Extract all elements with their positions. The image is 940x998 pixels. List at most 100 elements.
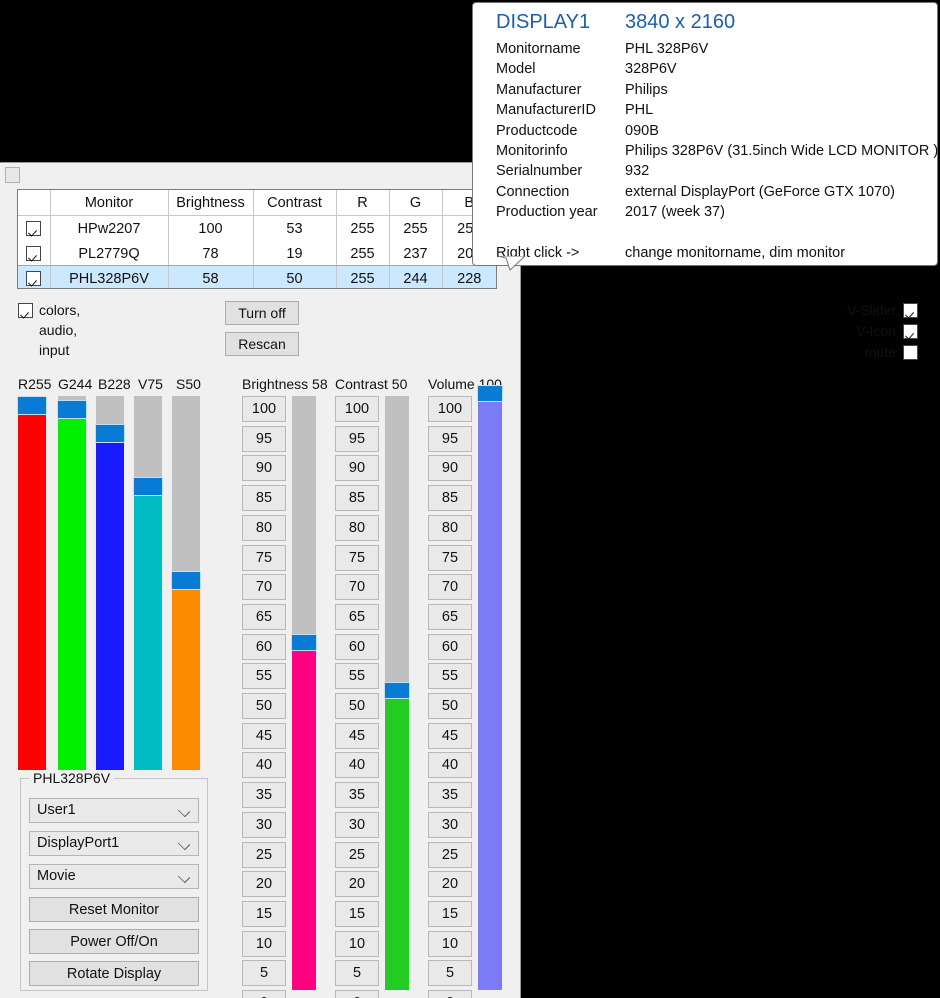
- slider-tick-85[interactable]: 85: [428, 485, 472, 512]
- slider-tick-50[interactable]: 50: [242, 693, 286, 719]
- slider-tick-100[interactable]: 100: [428, 396, 472, 422]
- slider-tick-5[interactable]: 5: [335, 960, 379, 987]
- slider-tick-45[interactable]: 45: [428, 722, 472, 749]
- slider-tick-10[interactable]: 10: [428, 930, 472, 957]
- slider-tick-95[interactable]: 95: [335, 425, 379, 452]
- slider-thumb[interactable]: [57, 400, 87, 419]
- slider-tick-15[interactable]: 15: [242, 900, 286, 927]
- reset-monitor-button[interactable]: Reset Monitor: [29, 897, 199, 922]
- slider-tick-90[interactable]: 90: [335, 455, 379, 482]
- color-slider-r[interactable]: [17, 396, 47, 770]
- slider-tick-0[interactable]: 0: [242, 990, 286, 998]
- rescan-button[interactable]: Rescan: [225, 332, 299, 356]
- slider-tick-65[interactable]: 65: [242, 603, 286, 630]
- v-icon-option-row[interactable]: V-Icon: [788, 321, 918, 342]
- slider-tick-55[interactable]: 55: [242, 663, 286, 690]
- slider-thumb[interactable]: [17, 396, 47, 415]
- slider-tick-5[interactable]: 5: [428, 960, 472, 987]
- slider-tick-90[interactable]: 90: [242, 455, 286, 482]
- app-icon[interactable]: [5, 167, 20, 183]
- slider-tick-55[interactable]: 55: [335, 663, 379, 690]
- slider-tick-60[interactable]: 60: [242, 633, 286, 660]
- slider-tick-80[interactable]: 80: [335, 514, 379, 541]
- slider-tick-100[interactable]: 100: [242, 396, 286, 422]
- slider-tick-85[interactable]: 85: [335, 485, 379, 512]
- slider-tick-70[interactable]: 70: [242, 574, 286, 601]
- slider-tick-65[interactable]: 65: [335, 603, 379, 630]
- slider-tick-35[interactable]: 35: [428, 782, 472, 809]
- input-source-dropdown[interactable]: DisplayPort1: [29, 831, 199, 856]
- slider-tick-40[interactable]: 40: [242, 752, 286, 779]
- color-slider-g[interactable]: [57, 396, 87, 770]
- slider-tick-25[interactable]: 25: [335, 841, 379, 868]
- slider-tick-75[interactable]: 75: [242, 544, 286, 571]
- slider-tick-60[interactable]: 60: [335, 633, 379, 660]
- color-slider-b[interactable]: [95, 396, 125, 770]
- column-header-check[interactable]: [18, 190, 51, 216]
- slider-tick-60[interactable]: 60: [428, 633, 472, 660]
- table-row[interactable]: HPw2207 100 53 255 255 255: [18, 215, 496, 241]
- slider-tick-95[interactable]: 95: [428, 425, 472, 452]
- slider-tick-85[interactable]: 85: [242, 485, 286, 512]
- slider-tick-90[interactable]: 90: [428, 455, 472, 482]
- preset-dropdown[interactable]: User1: [29, 798, 199, 823]
- slider-tick-40[interactable]: 40: [335, 752, 379, 779]
- v-slider-option-row[interactable]: V-Slider: [788, 300, 918, 321]
- v-icon-checkbox[interactable]: [903, 324, 918, 339]
- turn-off-button[interactable]: Turn off: [225, 301, 299, 325]
- slider-tick-45[interactable]: 45: [335, 722, 379, 749]
- slider-thumb[interactable]: [95, 424, 125, 443]
- slider-tick-30[interactable]: 30: [428, 811, 472, 838]
- slider-tick-80[interactable]: 80: [428, 514, 472, 541]
- column-header-monitor[interactable]: Monitor: [50, 190, 169, 216]
- slider-tick-15[interactable]: 15: [428, 900, 472, 927]
- table-row[interactable]: PL2779Q 78 19 255 237 202: [18, 241, 496, 266]
- colors-option-row[interactable]: colors,: [18, 300, 178, 320]
- slider-tick-20[interactable]: 20: [335, 871, 379, 898]
- slider-thumb[interactable]: [133, 477, 163, 496]
- slider-tick-95[interactable]: 95: [242, 425, 286, 452]
- slider-tick-70[interactable]: 70: [428, 574, 472, 601]
- slider-tick-35[interactable]: 35: [335, 782, 379, 809]
- column-header-brightness[interactable]: Brightness: [168, 190, 254, 216]
- color-slider-s[interactable]: [171, 396, 201, 770]
- slider-tick-25[interactable]: 25: [242, 841, 286, 868]
- slider-tick-0[interactable]: 0: [428, 990, 472, 998]
- colors-checkbox[interactable]: [18, 303, 33, 318]
- slider-tick-20[interactable]: 20: [242, 871, 286, 898]
- slider-tick-10[interactable]: 10: [242, 930, 286, 957]
- column-header-g[interactable]: G: [389, 190, 443, 216]
- slider-tick-75[interactable]: 75: [335, 544, 379, 571]
- color-slider-v[interactable]: [133, 396, 163, 770]
- slider-tick-10[interactable]: 10: [335, 930, 379, 957]
- slider-tick-25[interactable]: 25: [428, 841, 472, 868]
- slider-tick-45[interactable]: 45: [242, 722, 286, 749]
- slider-tick-55[interactable]: 55: [428, 663, 472, 690]
- mute-checkbox[interactable]: [903, 345, 918, 360]
- monitor-table[interactable]: Monitor Brightness Contrast R G B HPw220…: [17, 189, 497, 289]
- row-checkbox[interactable]: [26, 221, 42, 237]
- slider-thumb[interactable]: [291, 634, 317, 651]
- v-slider-checkbox[interactable]: [903, 303, 918, 318]
- slider-tick-75[interactable]: 75: [428, 544, 472, 571]
- slider-thumb[interactable]: [477, 385, 503, 402]
- slider-tick-5[interactable]: 5: [242, 960, 286, 987]
- slider-tick-100[interactable]: 100: [335, 396, 379, 422]
- slider-tick-50[interactable]: 50: [428, 693, 472, 719]
- table-row-selected[interactable]: PHL328P6V 58 50 255 244 228: [18, 265, 496, 288]
- slider-tick-35[interactable]: 35: [242, 782, 286, 809]
- slider-tick-30[interactable]: 30: [335, 811, 379, 838]
- slider-tick-65[interactable]: 65: [428, 603, 472, 630]
- slider-tick-20[interactable]: 20: [428, 871, 472, 898]
- picture-mode-dropdown[interactable]: Movie: [29, 864, 199, 889]
- slider-tick-80[interactable]: 80: [242, 514, 286, 541]
- slider-tick-50[interactable]: 50: [335, 693, 379, 719]
- column-header-contrast[interactable]: Contrast: [253, 190, 337, 216]
- row-checkbox[interactable]: [26, 246, 42, 262]
- mute-option-row[interactable]: mute: [788, 342, 918, 363]
- slider-tick-70[interactable]: 70: [335, 574, 379, 601]
- row-checkbox[interactable]: [26, 271, 42, 287]
- row-checkbox-cell[interactable]: [18, 241, 51, 266]
- row-checkbox-cell[interactable]: [18, 215, 51, 241]
- slider-tick-40[interactable]: 40: [428, 752, 472, 779]
